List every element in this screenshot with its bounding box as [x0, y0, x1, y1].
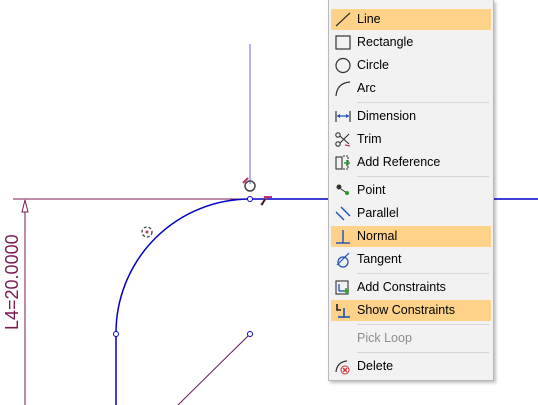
menu-separator: [357, 324, 489, 325]
menu-item-dimension-label: Dimension: [357, 109, 417, 123]
menu-item-normal[interactable]: Normal: [331, 226, 491, 247]
trim-icon: [335, 132, 351, 147]
menu-item-pick-loop-label: Pick Loop: [357, 331, 412, 345]
menu-item-trim-label: Trim: [357, 132, 382, 146]
tangent-constraint-icon[interactable]: [260, 196, 272, 206]
point-icon: [336, 184, 349, 195]
menu-item-parallel-label: Parallel: [357, 206, 399, 220]
coincident-constraint-icon[interactable]: [242, 177, 256, 192]
radius-constraint-icon[interactable]: [141, 226, 153, 238]
line-icon: [335, 12, 351, 27]
show-constraints-icon: [336, 304, 350, 318]
menu-item-tangent[interactable]: Tangent: [331, 249, 491, 270]
menu-separator: [357, 352, 489, 353]
dimension-icon: [335, 111, 351, 122]
menu-item-normal-label: Normal: [357, 229, 398, 243]
menu-item-parallel[interactable]: Parallel: [331, 203, 491, 224]
context-menu: Line Rectangle Circle Arc Dimension Trim…: [328, 0, 494, 381]
menu-item-add-constraints-label: Add Constraints: [357, 280, 446, 294]
menu-separator: [357, 102, 489, 103]
menu-item-add-reference-label: Add Reference: [357, 155, 441, 169]
add-reference-icon: [335, 155, 350, 170]
tangent-icon: [336, 252, 350, 268]
menu-item-circle[interactable]: Circle: [331, 55, 491, 76]
menu-item-delete[interactable]: Delete: [331, 356, 491, 377]
menu-item-arc-label: Arc: [357, 81, 376, 95]
menu-item-line-label: Line: [357, 12, 381, 26]
menu-item-point-label: Point: [357, 183, 386, 197]
delete-icon: [335, 360, 350, 375]
dimension-arrow: [21, 199, 29, 213]
menu-item-tangent-label: Tangent: [357, 252, 402, 266]
dimension-label[interactable]: L4=20.0000: [2, 234, 22, 330]
menu-item-show-constraints-label: Show Constraints: [357, 303, 455, 317]
menu-item-pick-loop: Pick Loop: [331, 328, 491, 349]
arc-endpoint[interactable]: [247, 196, 253, 202]
sketch-arc[interactable]: [115, 198, 251, 405]
arc-icon: [335, 81, 351, 97]
menu-item-rectangle[interactable]: Rectangle: [331, 32, 491, 53]
menu-item-dimension[interactable]: Dimension: [331, 106, 491, 127]
parallel-icon: [335, 206, 351, 221]
menu-separator: [357, 176, 489, 177]
menu-item-circle-label: Circle: [357, 58, 389, 72]
menu-item-add-reference[interactable]: Add Reference: [331, 152, 491, 173]
menu-item-delete-label: Delete: [357, 359, 394, 373]
menu-item-point[interactable]: Point: [331, 180, 491, 201]
circle-icon: [335, 57, 351, 74]
menu-separator: [357, 273, 489, 274]
menu-item-line[interactable]: Line: [331, 9, 491, 30]
arc-point[interactable]: [113, 331, 119, 337]
menu-item-arc[interactable]: Arc: [331, 78, 491, 99]
menu-item-rectangle-label: Rectangle: [357, 35, 414, 49]
center-point[interactable]: [247, 331, 253, 337]
radial-line[interactable]: [177, 333, 251, 405]
rectangle-icon: [335, 35, 351, 50]
menu-item-add-constraints[interactable]: Add Constraints: [331, 277, 491, 298]
menu-item-trim[interactable]: Trim: [331, 129, 491, 150]
normal-icon: [336, 230, 350, 244]
menu-item-show-constraints[interactable]: Show Constraints: [331, 300, 491, 321]
add-constraints-icon: [335, 280, 349, 295]
